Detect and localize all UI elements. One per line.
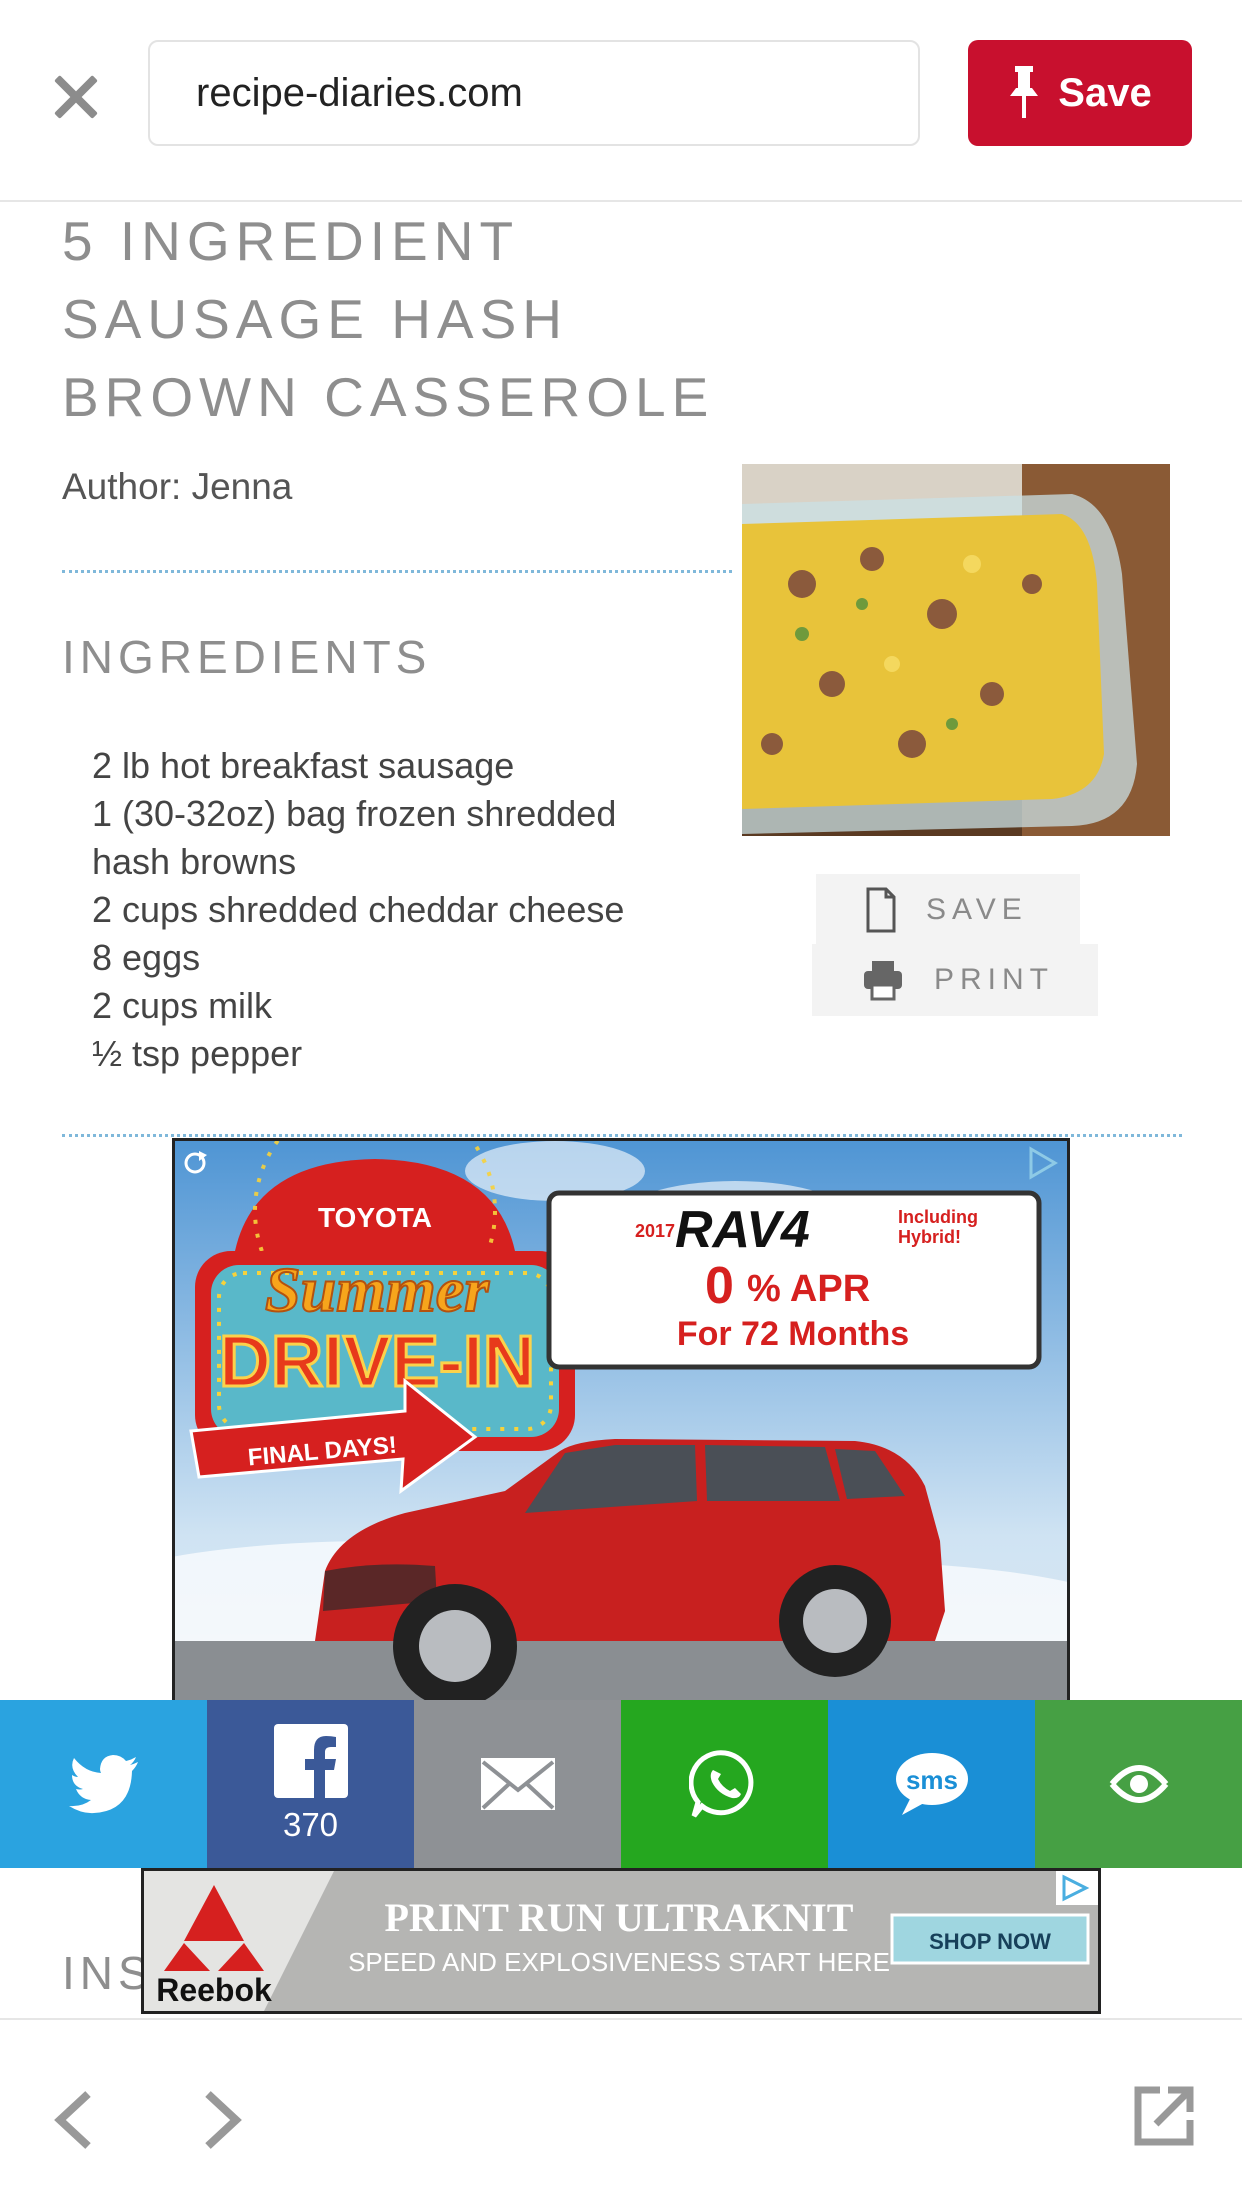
sms-share-button[interactable]: sms <box>828 1700 1035 1868</box>
title-line: SAUSAGE HASH <box>62 288 569 350</box>
chevron-right-icon[interactable] <box>202 2090 246 2150</box>
ingredient-item: 2 cups shredded cheddar cheese <box>92 889 625 930</box>
recipe-print-label: PRINT <box>934 963 1054 996</box>
facebook-share-button[interactable]: 370 <box>207 1700 414 1868</box>
ingredient-item: hash browns <box>92 841 297 882</box>
svg-text:sms: sms <box>905 1765 957 1795</box>
chevron-left-icon[interactable] <box>50 2090 94 2150</box>
pin-icon <box>1010 66 1039 118</box>
instructions-heading: INS <box>62 1947 154 1999</box>
ingredient-item: 2 cups milk <box>92 985 273 1026</box>
close-icon[interactable] <box>44 66 104 126</box>
reebok-headline: PRINT RUN ULTRAKNIT <box>385 1895 854 1940</box>
url-field[interactable]: recipe-diaries.com <box>148 40 920 146</box>
ingredients-list: 2 lb hot breakfast sausage 1 (30-32oz) b… <box>92 742 712 1078</box>
ingredient-item: 8 eggs <box>92 937 201 978</box>
reebok-cta: SHOP NOW <box>929 1929 1051 1954</box>
printer-icon <box>864 961 902 1001</box>
recipe-photo <box>742 464 1170 836</box>
ingredient-item: ½ tsp pepper <box>92 1033 303 1074</box>
divider <box>62 1134 1182 1137</box>
document-icon <box>866 887 896 933</box>
ad-model-note-1: Including <box>898 1207 978 1227</box>
ad-apr-unit: % APR <box>747 1268 870 1310</box>
ad-model-note-2: Hybrid! <box>898 1227 961 1247</box>
twitter-share-button[interactable] <box>0 1700 207 1868</box>
ingredients-heading: INGREDIENTS <box>62 631 432 683</box>
ad-headline-summer: Summer <box>265 1254 490 1325</box>
ad-model: RAV4 <box>675 1201 810 1259</box>
title-line: 5 INGREDIENT <box>62 210 520 272</box>
sms-icon: sms <box>895 1753 968 1815</box>
ad-year: 2017 <box>635 1221 675 1241</box>
more-share-button[interactable] <box>1035 1700 1242 1868</box>
ad-apr-value: 0 <box>705 1257 734 1315</box>
ad-headline-drivein: DRIVE-IN <box>219 1322 535 1402</box>
email-share-button[interactable] <box>414 1700 621 1868</box>
toyota-brand: TOYOTA <box>318 1202 432 1233</box>
reebok-subline: SPEED AND EXPLOSIVENESS START HERE <box>348 1947 890 1977</box>
twitter-icon <box>68 1755 138 1814</box>
adchoices-icon[interactable] <box>1056 1871 1098 1905</box>
reebok-shop-now-button[interactable]: SHOP NOW <box>890 1913 1090 1965</box>
whatsapp-share-button[interactable] <box>621 1700 828 1868</box>
facebook-icon <box>273 1724 348 1798</box>
open-external-icon[interactable] <box>1134 2086 1194 2146</box>
facebook-share-count: 370 <box>282 1806 339 1843</box>
email-icon <box>480 1758 555 1810</box>
ingredient-item: 1 (30-32oz) bag frozen shredded <box>92 793 617 834</box>
share-bar: 370 sms <box>0 1700 1242 1868</box>
divider <box>62 570 732 573</box>
save-pin-button[interactable]: Save <box>968 40 1192 146</box>
save-button-label: Save <box>1058 70 1152 115</box>
reebok-brand: Reebok <box>156 1972 272 2008</box>
ad-apr-terms: For 72 Months <box>677 1315 909 1353</box>
ingredient-item: 2 lb hot breakfast sausage <box>92 745 515 786</box>
toyota-ad-banner[interactable]: TOYOTA Summer DRIVE-IN FINAL DAYS! 2017 … <box>172 1138 1070 1708</box>
recipe-author: Author: Jenna <box>62 466 293 507</box>
recipe-save-button[interactable]: SAVE <box>816 874 1080 946</box>
top-bar: recipe-diaries.com Save <box>0 0 1242 202</box>
whatsapp-icon <box>688 1750 753 1818</box>
title-line: BROWN CASSEROLE <box>62 366 715 428</box>
recipe-title: 5 INGREDIENT SAUSAGE HASH BROWN CASSEROL… <box>62 202 762 436</box>
share-more-icon <box>1109 1765 1168 1803</box>
recipe-print-button[interactable]: PRINT <box>812 944 1098 1016</box>
bottom-nav-bar <box>0 2018 1242 2208</box>
recipe-save-label: SAVE <box>926 893 1028 926</box>
reebok-ad-banner[interactable]: Reebok PRINT RUN ULTRAKNIT SPEED AND EXP… <box>141 1868 1101 2014</box>
